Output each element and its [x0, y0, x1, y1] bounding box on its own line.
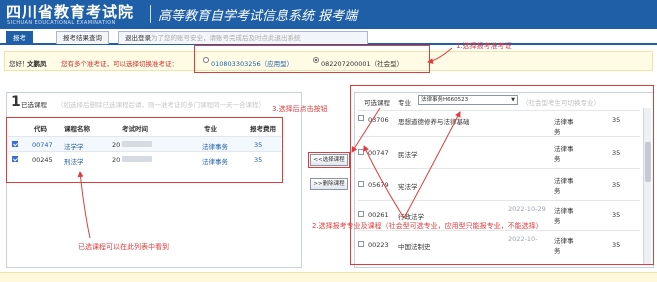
- annotation-left-note: 已选课程可以在此列表中看到: [78, 243, 169, 251]
- arrow-step3: [351, 107, 381, 153]
- arrow-step2-course: [363, 145, 405, 219]
- annotation-step3: 3.选择后点击按钮: [272, 105, 328, 113]
- annotation-step2: 2.选择报考专业及课程（社会型可选专业，应用型只能报专业，不能选择）: [312, 222, 543, 230]
- footer-bar: [0, 272, 657, 282]
- arrow-step2-major: [403, 111, 461, 219]
- annotation-step1: 1.选择报考准考证: [456, 42, 512, 50]
- annotation-arrows: [77, 47, 461, 239]
- arrow-left-note: [77, 171, 91, 239]
- arrow-step1: [427, 47, 453, 64]
